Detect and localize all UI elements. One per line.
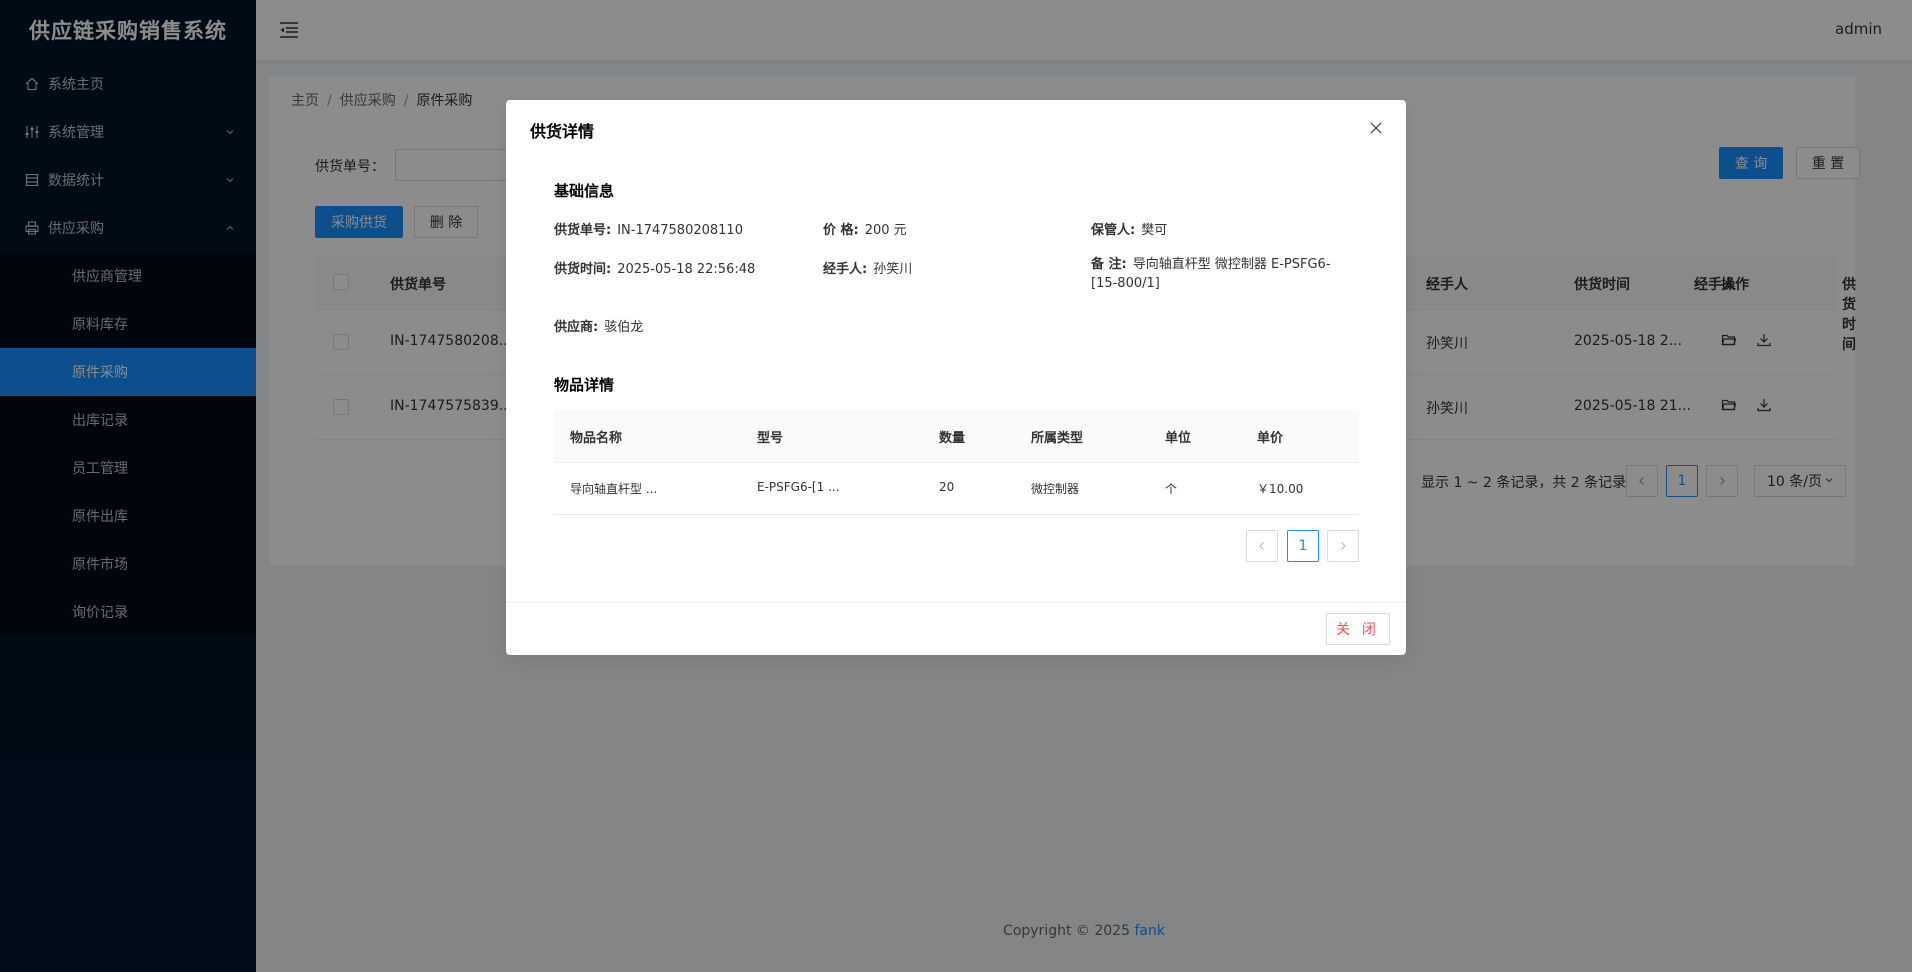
field-label: 价 格: (823, 223, 859, 238)
field-value: 2025-05-18 22:56:48 (617, 262, 756, 277)
field-label: 备 注: (1091, 257, 1127, 272)
col-header-qty: 数量 (939, 431, 966, 446)
field-value: 孙笑川 (873, 262, 913, 277)
field-value: 樊可 (1141, 223, 1168, 238)
field-keeper: 保管人: 樊可 (1091, 219, 1167, 238)
items-table-header: 物品名称 型号 数量 所属类型 单位 单价 (554, 410, 1359, 463)
field-label: 供应商: (554, 320, 599, 335)
field-supply-no: 供货单号: IN-1747580208110 (554, 219, 743, 238)
field-supplier: 供应商: 骇伯龙 (554, 316, 643, 335)
field-label: 供货单号: (554, 223, 612, 238)
modal-title: 供货详情 (530, 122, 595, 141)
item-details-title: 物品详情 (554, 376, 615, 394)
col-header-model: 型号 (757, 431, 784, 446)
cell-unit: 个 (1165, 482, 1178, 496)
field-label: 经手人: (823, 262, 868, 277)
basic-info-title: 基础信息 (554, 182, 615, 200)
table-row: 导向轴直杆型 ... E-PSFG6-[1 ... 20 微控制器 个 ￥10.… (554, 463, 1359, 515)
cell-name: 导向轴直杆型 ... (570, 482, 658, 496)
cell-model: E-PSFG6-[1 ... (757, 480, 840, 494)
cell-price: ￥10.00 (1257, 482, 1304, 496)
field-value: IN-1747580208110 (617, 223, 743, 238)
field-label: 保管人: (1091, 223, 1136, 238)
modal-page-1-button[interactable]: 1 (1287, 530, 1319, 562)
close-button[interactable]: 关 闭 (1326, 613, 1390, 645)
col-header-type: 所属类型 (1031, 431, 1084, 446)
modal-footer: 关 闭 (506, 602, 1406, 655)
col-header-unit: 单位 (1165, 431, 1192, 446)
cell-qty: 20 (939, 480, 955, 494)
field-supply-time: 供货时间: 2025-05-18 22:56:48 (554, 258, 755, 277)
supply-detail-modal: 供货详情 基础信息 供货单号: IN-1747580208110 价 格: 200 … (506, 100, 1406, 655)
field-handler: 经手人: 孙笑川 (823, 258, 912, 277)
cell-type: 微控制器 (1031, 482, 1080, 496)
col-header-price: 单价 (1257, 431, 1284, 446)
field-remark: 备 注: 导向轴直杆型 微控制器 E-PSFG6-[15-800/1] (1091, 255, 1351, 293)
modal-next-page-button[interactable] (1327, 530, 1359, 562)
field-value: 骇伯龙 (604, 320, 644, 335)
modal-prev-page-button[interactable] (1246, 530, 1278, 562)
field-label: 供货时间: (554, 262, 612, 277)
close-icon[interactable] (1366, 118, 1386, 138)
items-table: 物品名称 型号 数量 所属类型 单位 单价 导向轴直杆型 ... E-PSFG6… (554, 410, 1359, 515)
field-price: 价 格: 200 元 (823, 219, 907, 238)
col-header-name: 物品名称 (570, 431, 623, 446)
field-value: 200 元 (864, 223, 907, 238)
